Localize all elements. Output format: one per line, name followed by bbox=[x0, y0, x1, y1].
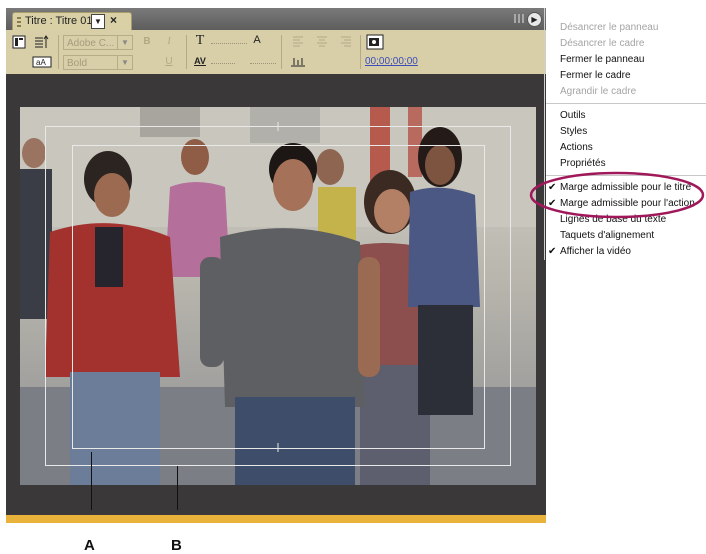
callout-line-b bbox=[177, 466, 178, 510]
chevron-down-icon: ▼ bbox=[117, 36, 132, 49]
template-icon[interactable]: aA bbox=[32, 55, 52, 69]
tab-grip-icon[interactable] bbox=[17, 17, 21, 27]
align-center-icon[interactable] bbox=[314, 35, 330, 49]
callout-label-b: B bbox=[171, 537, 182, 554]
menu-item-undock-frame[interactable]: Désancrer le cadre bbox=[560, 38, 644, 49]
menu-item-close-panel[interactable]: Fermer le panneau bbox=[560, 54, 645, 65]
toolbar-separator bbox=[281, 35, 282, 69]
title-toolbar: aA Adobe C... ▼ Bold ▼ B I U T A AV 00;0… bbox=[6, 30, 546, 74]
font-size-icon: T bbox=[195, 33, 205, 48]
toolbar-separator bbox=[186, 35, 187, 69]
timecode-field[interactable]: 00;00;00;00 bbox=[365, 56, 418, 67]
title-template-icon bbox=[12, 35, 26, 49]
font-family-select[interactable]: Adobe C... ▼ bbox=[63, 35, 133, 50]
menu-item-undock-panel[interactable]: Désancrer le panneau bbox=[560, 22, 658, 33]
highlight-ellipse bbox=[529, 171, 705, 219]
tracking-field[interactable] bbox=[250, 63, 276, 64]
aspect-icon: A bbox=[253, 34, 261, 46]
tab-title-label: Titre : Titre 01 bbox=[25, 15, 93, 27]
title-dropdown-button[interactable]: ▼ bbox=[91, 14, 105, 29]
menu-item-show-video[interactable]: Afficher la vidéo bbox=[560, 246, 631, 257]
chevron-down-icon: ▼ bbox=[117, 56, 132, 69]
kerning-icon: AV bbox=[194, 56, 206, 66]
menu-item-maximize-frame[interactable]: Agrandir le cadre bbox=[560, 86, 636, 97]
menu-item-tab-markers[interactable]: Taquets d'alignement bbox=[560, 230, 654, 241]
video-frame bbox=[20, 107, 536, 485]
menu-border bbox=[544, 8, 545, 260]
panel-bottom-bar bbox=[6, 515, 546, 523]
bold-button[interactable]: B bbox=[139, 35, 155, 49]
close-tab-button[interactable]: × bbox=[110, 13, 117, 27]
panel-grip-icon[interactable] bbox=[514, 14, 524, 23]
show-video-icon[interactable] bbox=[366, 34, 384, 50]
menu-item-tools[interactable]: Outils bbox=[560, 110, 586, 121]
font-style-value: Bold bbox=[67, 58, 88, 69]
roll-crawl-icon[interactable] bbox=[33, 35, 49, 49]
italic-button[interactable]: I bbox=[161, 35, 177, 49]
kerning-field[interactable] bbox=[211, 63, 235, 64]
menu-item-close-frame[interactable]: Fermer le cadre bbox=[560, 70, 631, 81]
toolbar-separator bbox=[58, 35, 59, 69]
title-properties-icon[interactable] bbox=[11, 35, 27, 49]
font-family-value: Adobe C... bbox=[67, 38, 115, 49]
svg-text:aA: aA bbox=[36, 58, 46, 67]
menu-item-actions[interactable]: Actions bbox=[560, 142, 593, 153]
tab-stops-icon[interactable] bbox=[290, 55, 306, 69]
align-right-icon[interactable] bbox=[338, 35, 354, 49]
menu-item-styles[interactable]: Styles bbox=[560, 126, 587, 137]
callout-label-a: A bbox=[84, 537, 95, 554]
font-style-select[interactable]: Bold ▼ bbox=[63, 55, 133, 70]
font-size-field[interactable] bbox=[211, 43, 247, 44]
callout-line-a bbox=[91, 452, 92, 510]
align-left-icon[interactable] bbox=[290, 35, 306, 49]
panel-menu-button[interactable]: ▶ bbox=[527, 12, 542, 27]
underline-button[interactable]: U bbox=[161, 55, 177, 69]
checkmark-icon: ✔ bbox=[548, 246, 557, 257]
menu-item-properties[interactable]: Propriétés bbox=[560, 158, 606, 169]
menu-separator bbox=[546, 103, 706, 104]
toolbar-separator bbox=[360, 35, 361, 69]
video-scene-image bbox=[20, 107, 536, 485]
tab-title[interactable]: Titre : Titre 01 ▼ × bbox=[12, 12, 132, 30]
